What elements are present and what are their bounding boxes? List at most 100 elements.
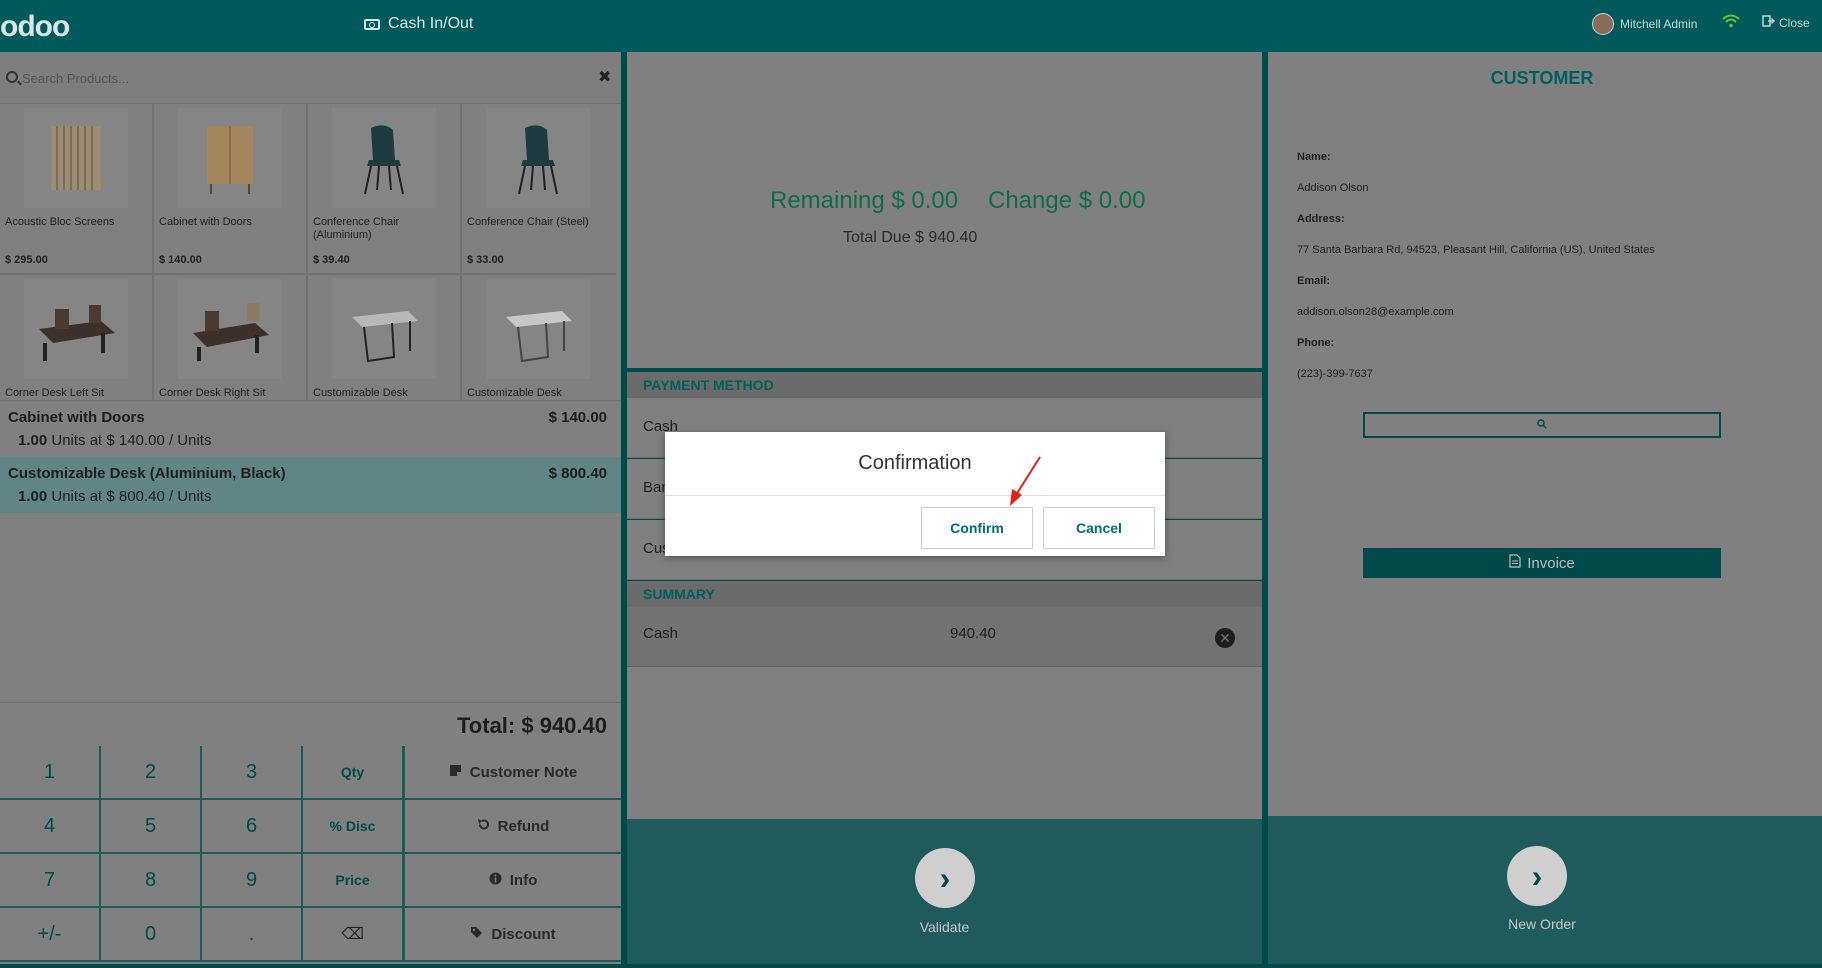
refund-button[interactable]: Refund [403, 800, 621, 854]
tag-icon [470, 926, 483, 943]
customer-email-label: Email: [1297, 275, 1331, 287]
product-price: $ 33.00 [467, 254, 504, 266]
undo-icon [477, 818, 490, 835]
user-menu[interactable]: Mitchell Admin [1592, 13, 1697, 35]
numpad-key-7[interactable]: 7 [0, 854, 101, 908]
product-card[interactable]: Acoustic Bloc Screens $ 295.00 [0, 104, 154, 275]
product-name: Acoustic Bloc Screens [5, 216, 115, 228]
numpad-qty-mode[interactable]: Qty [303, 746, 404, 800]
numpad-key-9[interactable]: 9 [202, 854, 303, 908]
customer-phone-label: Phone: [1297, 337, 1335, 349]
customer-name: Addison Olson [1297, 182, 1369, 194]
info-icon [489, 872, 502, 889]
confirm-button[interactable]: Confirm [921, 507, 1033, 549]
product-name: Corner Desk Left Sit [5, 387, 105, 399]
product-card[interactable]: Corner Desk Right Sit [154, 275, 308, 400]
close-button[interactable]: Close [1762, 15, 1810, 30]
payment-line[interactable]: Cash 940.40 ✕ [627, 607, 1262, 667]
order-line-qty: 1.00 Units at $ 800.40 / Units [18, 488, 212, 505]
numpad-plus-minus[interactable]: +/- [0, 908, 101, 962]
order-line[interactable]: Cabinet with Doors $ 140.00 1.00 Units a… [0, 401, 621, 457]
product-image [486, 108, 590, 208]
customer-title: CUSTOMER [1490, 68, 1594, 88]
product-image [24, 279, 128, 379]
search-input[interactable] [22, 64, 582, 92]
summary-header: SUMMARY [627, 581, 1262, 607]
order-line-price: $ 800.40 [548, 465, 607, 482]
order-line-qty: 1.00 Units at $ 140.00 / Units [18, 432, 212, 449]
refund-label: Refund [497, 817, 550, 835]
product-card[interactable]: Corner Desk Left Sit [0, 275, 154, 400]
product-image [24, 108, 128, 208]
validate-button[interactable]: › Validate [627, 819, 1262, 964]
info-label: Info [509, 871, 538, 889]
customer-address: 77 Santa Barbara Rd, 94523, Pleasant Hil… [1297, 244, 1655, 256]
order-line-selected[interactable]: Customizable Desk (Aluminium, Black) $ 8… [0, 457, 621, 513]
remove-payment-icon[interactable]: ✕ [1215, 628, 1235, 648]
close-label: Close [1779, 15, 1810, 30]
product-card[interactable]: Conference Chair (Aluminium) $ 39.40 [308, 104, 462, 275]
product-price: $ 140.00 [159, 254, 202, 266]
new-order-button[interactable]: › New Order [1268, 816, 1822, 964]
order-lines: Cabinet with Doors $ 140.00 1.00 Units a… [0, 400, 621, 702]
dialog-divider [665, 495, 1165, 496]
cash-in-out-button[interactable]: Cash In/Out [364, 15, 473, 33]
numpad-key-1[interactable]: 1 [0, 746, 101, 800]
numpad-key-0[interactable]: 0 [101, 908, 202, 962]
customer-search-button[interactable] [1363, 412, 1721, 438]
sign-out-icon [1762, 15, 1776, 30]
product-price: $ 295.00 [5, 254, 48, 266]
payment-line-method: Cash [643, 625, 679, 642]
cancel-button[interactable]: Cancel [1043, 507, 1155, 549]
product-name: Cabinet with Doors [159, 216, 252, 228]
product-name: Conference Chair (Steel) [467, 216, 589, 228]
info-button[interactable]: Info [403, 854, 621, 908]
remaining-amount: Remaining $ 0.00 [770, 187, 959, 214]
chevron-right-icon: › [1507, 846, 1567, 906]
avatar [1592, 13, 1614, 35]
numpad: 1 2 3 Qty 4 5 6 % Disc 7 8 9 Price +/- 0… [0, 746, 621, 964]
invoice-button[interactable]: Invoice [1363, 548, 1721, 578]
change-amount: Change $ 0.00 [988, 187, 1146, 214]
payment-line-amount[interactable]: 940.40 [950, 625, 996, 642]
numpad-key-4[interactable]: 4 [0, 800, 101, 854]
total-due: Total Due $ 940.40 [843, 229, 978, 246]
product-image [332, 108, 436, 208]
discount-label: Discount [491, 925, 556, 943]
validate-label: Validate [919, 919, 970, 935]
customer-note-label: Customer Note [469, 763, 578, 781]
user-name: Mitchell Admin [1620, 17, 1698, 31]
product-card[interactable]: Customizable Desk [462, 275, 616, 400]
product-name: Customizable Desk [467, 387, 562, 399]
customer-email: addison.olson28@example.com [1297, 306, 1454, 318]
numpad-key-6[interactable]: 6 [202, 800, 303, 854]
wifi-icon [1722, 14, 1740, 32]
summary-title: SUMMARY [643, 586, 715, 602]
file-icon [1509, 554, 1521, 572]
customer-address-label: Address: [1297, 213, 1345, 225]
cash-icon [364, 18, 380, 30]
numpad-price-mode[interactable]: Price [303, 854, 404, 908]
customer-phone: (223)-399-7637 [1297, 368, 1373, 380]
numpad-key-2[interactable]: 2 [101, 746, 202, 800]
customer-name-label: Name: [1297, 151, 1331, 163]
invoice-label: Invoice [1527, 554, 1575, 572]
numpad-discount-mode[interactable]: % Disc [303, 800, 404, 854]
product-card[interactable]: Conference Chair (Steel) $ 33.00 [462, 104, 616, 275]
numpad-key-5[interactable]: 5 [101, 800, 202, 854]
product-card[interactable]: Customizable Desk [308, 275, 462, 400]
product-name: Customizable Desk [313, 387, 408, 399]
product-search-bar: ✖ [0, 52, 621, 104]
backspace-icon[interactable]: ⌫ [303, 908, 404, 962]
discount-button[interactable]: Discount [403, 908, 621, 962]
payment-method-header: PAYMENT METHOD [627, 372, 1262, 398]
numpad-key-3[interactable]: 3 [202, 746, 303, 800]
clear-search-icon[interactable]: ✖ [598, 67, 611, 87]
numpad-key-8[interactable]: 8 [101, 854, 202, 908]
search-icon [1537, 418, 1547, 432]
customer-note-button[interactable]: Customer Note [403, 746, 621, 800]
dialog-title: Confirmation [858, 452, 972, 474]
product-card[interactable]: Cabinet with Doors $ 140.00 [154, 104, 308, 275]
product-image [178, 108, 282, 208]
numpad-decimal[interactable]: . [202, 908, 303, 962]
